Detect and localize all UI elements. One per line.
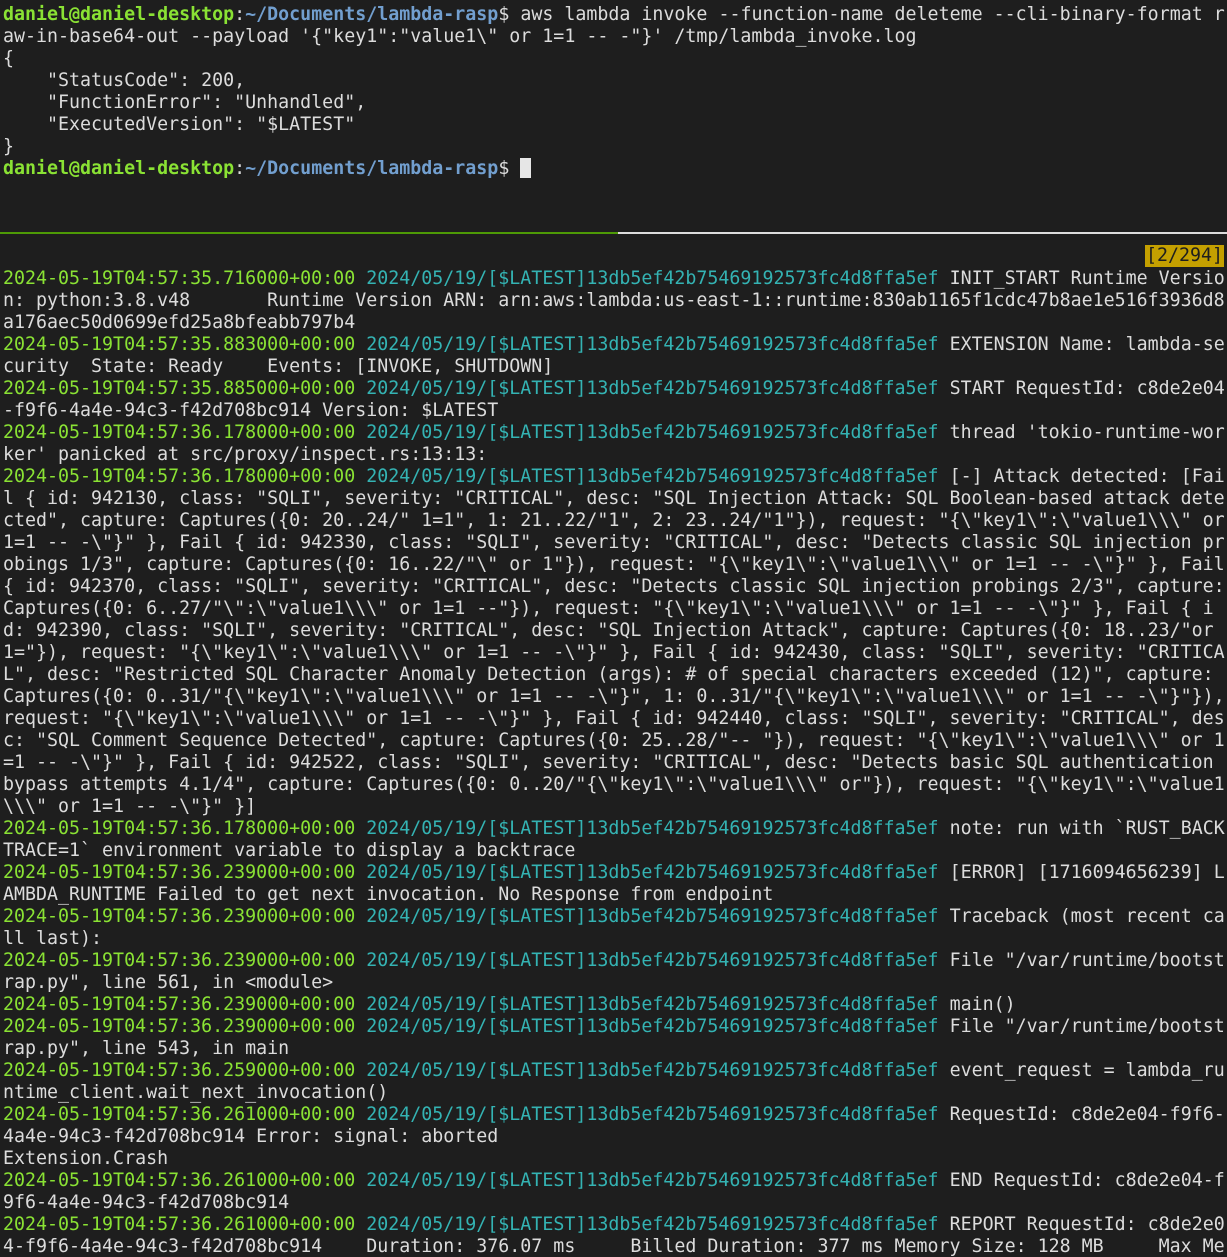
log-viewer-pane[interactable]: 2024-05-19T04:57:35.716000+00:00 2024/05… (3, 268, 1227, 1257)
log-stream-name: 2024/05/19/[$LATEST]13db5ef42b7546919257… (366, 378, 939, 399)
log-timestamp: 2024-05-19T04:57:35.885000+00:00 (3, 378, 356, 399)
prompt-user-host: daniel@daniel-desktop (3, 4, 235, 25)
log-timestamp: 2024-05-19T04:57:35.883000+00:00 (3, 334, 356, 355)
terminal-cursor[interactable] (520, 158, 532, 178)
terminal-top-pane[interactable]: daniel@daniel-desktop:~/Documents/lambda… (3, 4, 1227, 224)
log-entry: 2024-05-19T04:57:36.239000+00:00 2024/05… (3, 906, 1225, 949)
prompt-dollar: $ (498, 158, 521, 179)
pane-divider[interactable] (0, 232, 1227, 234)
prompt-separator: : (234, 158, 246, 179)
log-timestamp: 2024-05-19T04:57:36.178000+00:00 (3, 422, 356, 443)
command-output-line: "ExecutedVersion": "$LATEST" (3, 114, 356, 135)
log-timestamp: 2024-05-19T04:57:36.261000+00:00 (3, 1214, 356, 1235)
log-timestamp: 2024-05-19T04:57:35.716000+00:00 (3, 268, 356, 289)
log-stream-name: 2024/05/19/[$LATEST]13db5ef42b7546919257… (366, 1104, 939, 1125)
prompt-path: ~/Documents/lambda-rasp (245, 158, 499, 179)
log-entry: 2024-05-19T04:57:36.239000+00:00 2024/05… (3, 950, 1225, 993)
command-output-line: "StatusCode": 200, (3, 70, 246, 91)
log-timestamp: 2024-05-19T04:57:36.239000+00:00 (3, 994, 356, 1015)
log-message: main() (949, 994, 1016, 1015)
log-entry: 2024-05-19T04:57:36.178000+00:00 2024/05… (3, 818, 1225, 861)
log-timestamp: 2024-05-19T04:57:36.261000+00:00 (3, 1170, 356, 1191)
log-stream-name: 2024/05/19/[$LATEST]13db5ef42b7546919257… (366, 818, 939, 839)
log-entry: 2024-05-19T04:57:36.178000+00:00 2024/05… (3, 422, 1225, 465)
log-timestamp: 2024-05-19T04:57:36.178000+00:00 (3, 818, 356, 839)
log-stream-name: 2024/05/19/[$LATEST]13db5ef42b7546919257… (366, 466, 939, 487)
log-timestamp: 2024-05-19T04:57:36.259000+00:00 (3, 1060, 356, 1081)
log-stream-name: 2024/05/19/[$LATEST]13db5ef42b7546919257… (366, 994, 939, 1015)
log-entry: 2024-05-19T04:57:36.261000+00:00 2024/05… (3, 1214, 1225, 1257)
scroll-position-indicator: [2/294] (1144, 245, 1224, 267)
log-stream-name: 2024/05/19/[$LATEST]13db5ef42b7546919257… (366, 334, 939, 355)
prompt-user-host: daniel@daniel-desktop (3, 158, 235, 179)
active-pane-indicator (0, 232, 618, 234)
log-timestamp: 2024-05-19T04:57:36.239000+00:00 (3, 1016, 356, 1037)
log-entry: 2024-05-19T04:57:36.239000+00:00 2024/05… (3, 1016, 1225, 1059)
current-prompt: daniel@daniel-desktop:~/Documents/lambda… (3, 158, 520, 179)
log-stream-name: 2024/05/19/[$LATEST]13db5ef42b7546919257… (366, 950, 939, 971)
log-timestamp: 2024-05-19T04:57:36.261000+00:00 (3, 1104, 356, 1125)
log-entry: 2024-05-19T04:57:36.239000+00:00 2024/05… (3, 862, 1225, 905)
prompt-separator: : (234, 4, 246, 25)
log-stream-name: 2024/05/19/[$LATEST]13db5ef42b7546919257… (366, 1214, 939, 1235)
log-entry: 2024-05-19T04:57:36.178000+00:00 2024/05… (3, 466, 1227, 817)
log-message: [-] Attack detected: [Fail { id: 942130,… (3, 466, 1225, 817)
log-entry: 2024-05-19T04:57:36.261000+00:00 2024/05… (3, 1104, 1225, 1169)
log-entry: 2024-05-19T04:57:35.885000+00:00 2024/05… (3, 378, 1225, 421)
log-stream-name: 2024/05/19/[$LATEST]13db5ef42b7546919257… (366, 422, 939, 443)
log-stream-name: 2024/05/19/[$LATEST]13db5ef42b7546919257… (366, 1060, 939, 1081)
log-timestamp: 2024-05-19T04:57:36.239000+00:00 (3, 906, 356, 927)
log-stream-name: 2024/05/19/[$LATEST]13db5ef42b7546919257… (366, 906, 939, 927)
log-entry: 2024-05-19T04:57:36.239000+00:00 2024/05… (3, 994, 1016, 1015)
log-stream-name: 2024/05/19/[$LATEST]13db5ef42b7546919257… (366, 1016, 939, 1037)
command-output-line: "FunctionError": "Unhandled", (3, 92, 367, 113)
log-stream-name: 2024/05/19/[$LATEST]13db5ef42b7546919257… (366, 268, 939, 289)
log-timestamp: 2024-05-19T04:57:36.239000+00:00 (3, 950, 356, 971)
command-prompt: daniel@daniel-desktop:~/Documents/lambda… (3, 4, 520, 25)
command-output-line: { (3, 48, 15, 69)
prompt-path: ~/Documents/lambda-rasp (245, 4, 499, 25)
log-entry: 2024-05-19T04:57:36.261000+00:00 2024/05… (3, 1170, 1225, 1213)
log-entry: 2024-05-19T04:57:35.883000+00:00 2024/05… (3, 334, 1225, 377)
log-timestamp: 2024-05-19T04:57:36.239000+00:00 (3, 862, 356, 883)
prompt-dollar: $ (498, 4, 521, 25)
log-stream-name: 2024/05/19/[$LATEST]13db5ef42b7546919257… (366, 1170, 939, 1191)
log-entry: 2024-05-19T04:57:35.716000+00:00 2024/05… (3, 268, 1225, 333)
log-stream-name: 2024/05/19/[$LATEST]13db5ef42b7546919257… (366, 862, 939, 883)
command-output-line: } (3, 136, 15, 157)
log-timestamp: 2024-05-19T04:57:36.178000+00:00 (3, 466, 356, 487)
log-entry: 2024-05-19T04:57:36.259000+00:00 2024/05… (3, 1060, 1225, 1103)
